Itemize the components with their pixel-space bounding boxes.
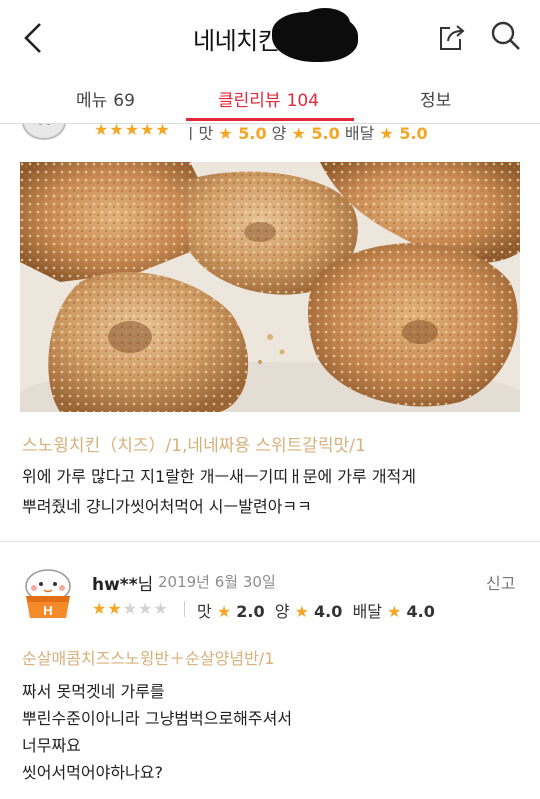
amount-label: 양 bbox=[274, 602, 290, 621]
tab-bar: 메뉴 69 클린리뷰 104 정보 bbox=[0, 76, 540, 124]
chevron-left-icon[interactable] bbox=[18, 20, 50, 56]
review-date: 2019년 6월 30일 bbox=[158, 573, 276, 591]
taste-score: 2.0 bbox=[236, 602, 265, 621]
tab-review-count: 104 bbox=[286, 91, 320, 111]
review-photo[interactable] bbox=[20, 162, 520, 412]
tab-review-label: 클린리뷰 bbox=[218, 91, 281, 111]
review-body-line: 뿌려줬네 걍니가씻어처먹어 시ㅡ발련아ㅋㅋ bbox=[22, 497, 312, 516]
app-header: 네네치킨 bbox=[0, 0, 540, 76]
tab-menu[interactable]: 메뉴 69 bbox=[76, 86, 135, 111]
avatar-icon: H bbox=[25, 569, 71, 618]
star-icon: ★ bbox=[294, 602, 309, 621]
review-body: 짜서 못먹겟네 가루를 뿌린수준이아니라 그냥범벅으로해주셔서 너무짜요 씻어서… bbox=[22, 678, 292, 786]
order-items: 순살매콤치즈스노윙반＋순살양념반/1 bbox=[22, 649, 275, 668]
fried-chicken-image bbox=[20, 162, 520, 412]
delivery-label: 배달 bbox=[352, 602, 383, 621]
share-icon[interactable] bbox=[438, 22, 468, 52]
score-breakdown: | 맛 ★ 5.0 양 ★ 5.0 배달 ★ 5.0 bbox=[188, 124, 428, 140]
tab-clean-review[interactable]: 클린리뷰 104 bbox=[218, 86, 319, 111]
active-tab-indicator bbox=[186, 118, 354, 121]
review-body-line: 너무짜요 bbox=[22, 736, 81, 755]
review-body-line: 씻어서먹어야하나요? bbox=[22, 763, 163, 782]
review-divider bbox=[0, 541, 540, 542]
stars-empty: ★★★ bbox=[122, 599, 169, 618]
delivery-score: 4.0 bbox=[406, 602, 435, 621]
stars-filled: ★★ bbox=[92, 599, 123, 618]
redaction-mark-top bbox=[300, 8, 350, 38]
star-icon: ★ bbox=[387, 602, 402, 621]
review-body-line: 짜서 못먹겟네 가루를 bbox=[22, 682, 165, 701]
svg-text:H: H bbox=[43, 603, 52, 618]
star-rating: ★★★★★ bbox=[92, 599, 169, 618]
report-button[interactable]: 신고 bbox=[486, 570, 515, 594]
tab-menu-label: 메뉴 bbox=[76, 91, 108, 111]
amount-score: 4.0 bbox=[314, 602, 343, 621]
review-body-line: 위에 가루 많다고 지1랄한 개ㅡ새ㅡ기띠ㅐ문에 가루 개적게 bbox=[22, 467, 416, 486]
review-header-clipped: M ★★★★★ | 맛 ★ 5.0 양 ★ 5.0 배달 ★ 5.0 bbox=[0, 124, 540, 140]
star-rating: ★★★★★ bbox=[94, 124, 171, 139]
tab-info-label: 정보 bbox=[420, 91, 452, 111]
review-body-line: 뿌린수준이아니라 그냥범벅으로해주셔서 bbox=[22, 709, 293, 728]
tab-menu-count: 69 bbox=[113, 91, 135, 111]
page-title: 네네치킨 bbox=[193, 27, 280, 55]
star-icon: ★ bbox=[216, 602, 232, 621]
taste-label: 맛 bbox=[197, 602, 212, 621]
order-items: 스노윙치킨（치즈）/1,네네짜용 스위트갈릭맛/1 bbox=[22, 436, 366, 456]
reviewer-name[interactable]: hw**님 bbox=[92, 570, 153, 595]
score-divider bbox=[184, 601, 185, 617]
score-breakdown: 맛 ★ 2.0 양 ★ 4.0 배달 ★ 4.0 bbox=[197, 598, 435, 622]
avatar: M bbox=[22, 124, 66, 140]
tab-info[interactable]: 정보 bbox=[420, 86, 451, 111]
search-icon[interactable] bbox=[490, 20, 522, 52]
review-body: 위에 가루 많다고 지1랄한 개ㅡ새ㅡ기띠ㅐ문에 가루 개적게 뿌려줬네 걍니가… bbox=[22, 462, 416, 522]
